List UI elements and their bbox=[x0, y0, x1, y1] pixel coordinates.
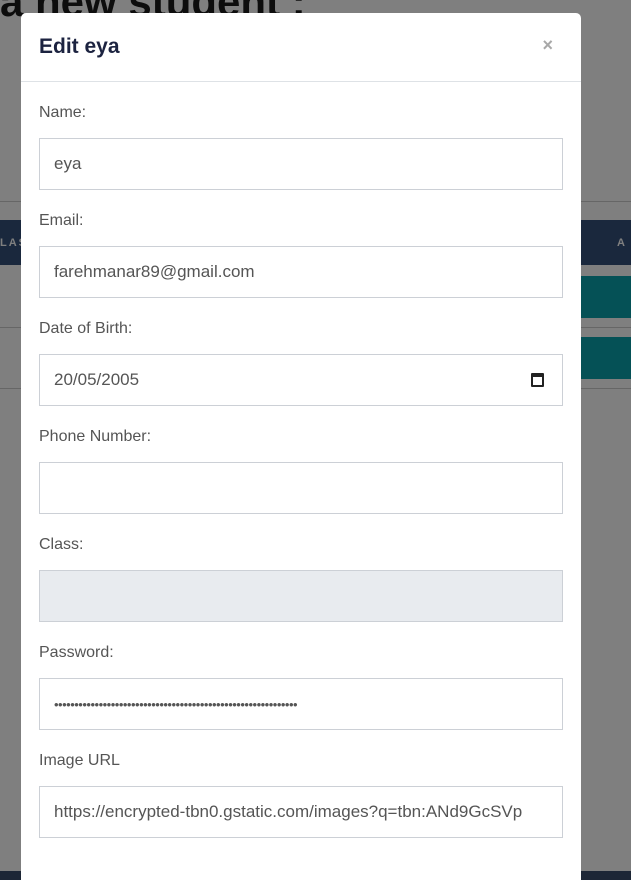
edit-student-modal: Edit eya × Name: eya Email: farehmanar89… bbox=[21, 13, 581, 880]
modal-header: Edit eya × bbox=[21, 13, 581, 82]
calendar-icon[interactable] bbox=[531, 373, 544, 387]
email-input[interactable]: farehmanar89@gmail.com bbox=[39, 246, 563, 298]
phone-input[interactable] bbox=[39, 462, 563, 514]
class-input[interactable] bbox=[39, 570, 563, 622]
class-label: Class: bbox=[39, 536, 84, 553]
password-input[interactable]: ••••••••••••••••••••••••••••••••••••••••… bbox=[39, 678, 563, 730]
name-input[interactable]: eya bbox=[39, 138, 563, 190]
phone-label: Phone Number: bbox=[39, 428, 152, 445]
image-url-label: Image URL bbox=[39, 752, 120, 769]
password-label: Password: bbox=[39, 644, 114, 661]
close-icon[interactable]: × bbox=[542, 35, 553, 56]
name-label: Name: bbox=[39, 104, 87, 121]
dob-input[interactable]: 20/05/2005 bbox=[39, 354, 563, 406]
email-label: Email: bbox=[39, 212, 84, 229]
dob-label: Date of Birth: bbox=[39, 320, 133, 337]
modal-title: Edit eya bbox=[39, 35, 120, 58]
dob-value: 20/05/2005 bbox=[54, 370, 140, 389]
modal-body: Name: eya Email: farehmanar89@gmail.com … bbox=[21, 104, 581, 838]
image-url-input[interactable]: https://encrypted-tbn0.gstatic.com/image… bbox=[39, 786, 563, 838]
